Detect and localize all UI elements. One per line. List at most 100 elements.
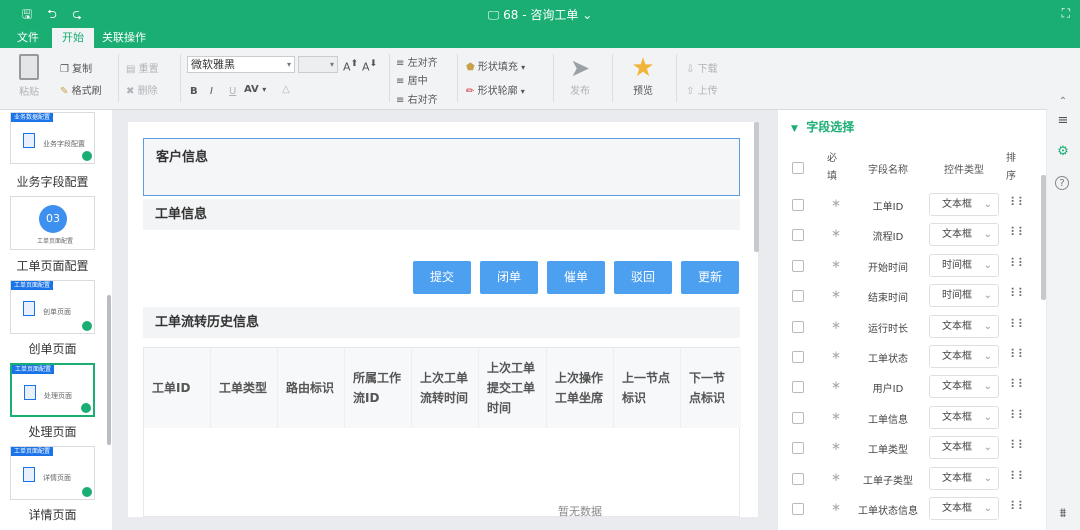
control-type-select[interactable]: 文本框 ⌄ xyxy=(929,375,999,399)
reset-button[interactable]: ▤ 重置 xyxy=(126,60,159,75)
control-type-select[interactable]: 文本框 ⌄ xyxy=(929,405,999,429)
field-checkbox[interactable] xyxy=(792,381,804,394)
copy-button[interactable]: ❐ 复制 xyxy=(60,60,92,75)
gear-icon[interactable]: ⚙ xyxy=(1055,144,1071,160)
paste-button[interactable]: 粘贴 xyxy=(14,54,44,98)
caret-down-icon: ▾ xyxy=(521,63,526,72)
settings-sliders-icon[interactable]: ⩩ xyxy=(1055,506,1071,522)
field-checkbox[interactable] xyxy=(792,320,804,333)
field-checkbox[interactable] xyxy=(792,259,804,272)
drag-handle-icon[interactable]: ⠇⠇ xyxy=(1010,377,1027,391)
required-star-icon[interactable]: ∗ xyxy=(831,226,841,240)
drag-handle-icon[interactable]: ⠇⠇ xyxy=(1010,225,1027,239)
field-checkbox[interactable] xyxy=(792,442,804,455)
drag-handle-icon[interactable]: ⠇⠇ xyxy=(1010,286,1027,300)
field-panel-scrollbar[interactable] xyxy=(1041,175,1046,300)
font-color-icon[interactable]: △ xyxy=(282,84,290,95)
section-history[interactable]: 工单流转历史信息 xyxy=(143,307,740,338)
control-type-select[interactable]: 文本框 ⌄ xyxy=(929,466,999,490)
font-size-select[interactable]: ▾ xyxy=(298,56,338,73)
field-checkbox[interactable] xyxy=(792,472,804,485)
field-checkbox[interactable] xyxy=(792,351,804,363)
chevron-up-icon[interactable]: ⌃ xyxy=(1055,94,1071,110)
format-painter-button[interactable]: ✎ 格式刷 xyxy=(60,82,102,97)
italic-button[interactable]: I xyxy=(210,86,213,97)
section-customer-info[interactable]: 客户信息 xyxy=(143,138,740,196)
menu-icon[interactable]: ≡ xyxy=(1055,113,1071,129)
menu-file[interactable]: 文件 xyxy=(10,28,46,48)
publish-button[interactable]: ➤ 发布 xyxy=(563,54,597,97)
control-type-select[interactable]: 文本框 ⌄ xyxy=(929,193,999,216)
drag-handle-icon[interactable]: ⠇⠇ xyxy=(1010,347,1027,361)
preview-button[interactable]: ★ 预览 xyxy=(625,54,661,97)
bold-button[interactable]: B xyxy=(190,86,198,97)
field-checkbox[interactable] xyxy=(792,411,804,424)
drag-handle-icon[interactable]: ⠇⠇ xyxy=(1010,408,1027,422)
section-workorder-info[interactable]: 工单信息 xyxy=(143,199,740,230)
control-type-select[interactable]: 文本框 ⌄ xyxy=(929,345,999,368)
required-star-icon[interactable]: ∗ xyxy=(831,470,841,484)
drag-handle-icon[interactable]: ⠇⠇ xyxy=(1010,499,1027,513)
menu-related-ops[interactable]: 关联操作 xyxy=(98,28,150,48)
required-star-icon[interactable]: ∗ xyxy=(831,409,841,423)
page-thumb-detail[interactable]: 工单页面配置 详情页面 xyxy=(10,446,95,500)
drag-handle-icon[interactable]: ⠇⠇ xyxy=(1010,195,1027,209)
required-star-icon[interactable]: ∗ xyxy=(831,500,841,514)
control-type-select[interactable]: 文本框 ⌄ xyxy=(929,436,999,460)
control-type-select[interactable]: 文本框 ⌄ xyxy=(929,223,999,247)
chevron-down-icon[interactable]: ⌄ xyxy=(582,8,592,22)
underline-button[interactable]: U xyxy=(229,86,236,97)
document-title[interactable]: 🖵 68 - 咨询工单 ⌄ xyxy=(0,6,1080,23)
document-icon xyxy=(24,385,36,400)
field-checkbox[interactable] xyxy=(792,229,804,242)
update-button[interactable]: 更新 xyxy=(681,261,739,294)
close-order-button[interactable]: 闭单 xyxy=(480,261,538,294)
required-star-icon[interactable]: ∗ xyxy=(831,287,841,301)
menu-start[interactable]: 开始 xyxy=(52,28,94,48)
select-all-checkbox[interactable] xyxy=(792,162,804,174)
submit-button[interactable]: 提交 xyxy=(413,261,471,294)
field-checkbox[interactable] xyxy=(792,290,804,303)
shape-fill-button[interactable]: ⬟ 形状填充 ▾ xyxy=(466,58,525,73)
caret-down-icon: ▾ xyxy=(520,87,525,96)
align-center-button[interactable]: ≡ 居中 xyxy=(396,72,428,87)
drag-handle-icon[interactable]: ⠇⠇ xyxy=(1010,256,1027,270)
required-star-icon[interactable]: ∗ xyxy=(831,257,841,271)
delete-button[interactable]: ✖ 删除 xyxy=(126,82,158,97)
control-type-select[interactable]: 时间框 ⌄ xyxy=(929,253,999,277)
increase-font-icon[interactable]: A⬆ xyxy=(343,58,358,74)
help-icon[interactable]: ? xyxy=(1055,176,1069,190)
field-checkbox[interactable] xyxy=(792,199,804,211)
field-checkbox[interactable] xyxy=(792,503,804,515)
page-thumb-create[interactable]: 工单页面配置 创单页面 xyxy=(10,280,95,334)
control-type-select[interactable]: 文本框 ⌄ xyxy=(929,497,999,520)
control-type-select[interactable]: 时间框 ⌄ xyxy=(929,284,999,308)
required-star-icon[interactable]: ∗ xyxy=(831,378,841,392)
page-thumb-workorder-config[interactable]: 03 工单页面配置 xyxy=(10,196,95,250)
reject-button[interactable]: 驳回 xyxy=(614,261,672,294)
decrease-font-icon[interactable]: A⬇ xyxy=(362,58,377,74)
shape-outline-button[interactable]: ✏ 形状轮廓 ▾ xyxy=(466,82,525,97)
fullscreen-icon[interactable]: ⛶ xyxy=(1062,6,1070,21)
font-family-select[interactable]: 微软雅黑 ▾ xyxy=(187,56,295,73)
chevron-down-icon: ⌄ xyxy=(983,229,992,241)
control-type-select[interactable]: 文本框 ⌄ xyxy=(929,314,999,338)
download-button[interactable]: ⇩ 下载 xyxy=(686,60,718,75)
required-star-icon[interactable]: ∗ xyxy=(831,318,841,332)
drag-handle-icon[interactable]: ⠇⠇ xyxy=(1010,469,1027,483)
drag-handle-icon[interactable]: ⠇⠇ xyxy=(1010,438,1027,452)
align-left-button[interactable]: ≡ 左对齐 xyxy=(396,54,438,69)
char-spacing-button[interactable]: AV ▾ xyxy=(244,84,266,95)
field-panel-title[interactable]: ▼ 字段选择 xyxy=(791,118,854,135)
upload-button[interactable]: ⇧ 上传 xyxy=(686,82,718,97)
required-star-icon[interactable]: ∗ xyxy=(831,196,841,210)
required-star-icon[interactable]: ∗ xyxy=(831,348,841,362)
required-star-icon[interactable]: ∗ xyxy=(831,439,841,453)
canvas-scrollbar[interactable] xyxy=(754,122,759,252)
align-right-button[interactable]: ≡ 右对齐 xyxy=(396,91,438,106)
left-scrollbar[interactable] xyxy=(107,295,111,445)
page-thumb-process[interactable]: 工单页面配置 处理页面 xyxy=(10,363,95,417)
drag-handle-icon[interactable]: ⠇⠇ xyxy=(1010,317,1027,331)
page-thumb-business-fields[interactable]: 业务数据配置 业务字段配置 xyxy=(10,112,95,164)
urge-button[interactable]: 催单 xyxy=(547,261,605,294)
